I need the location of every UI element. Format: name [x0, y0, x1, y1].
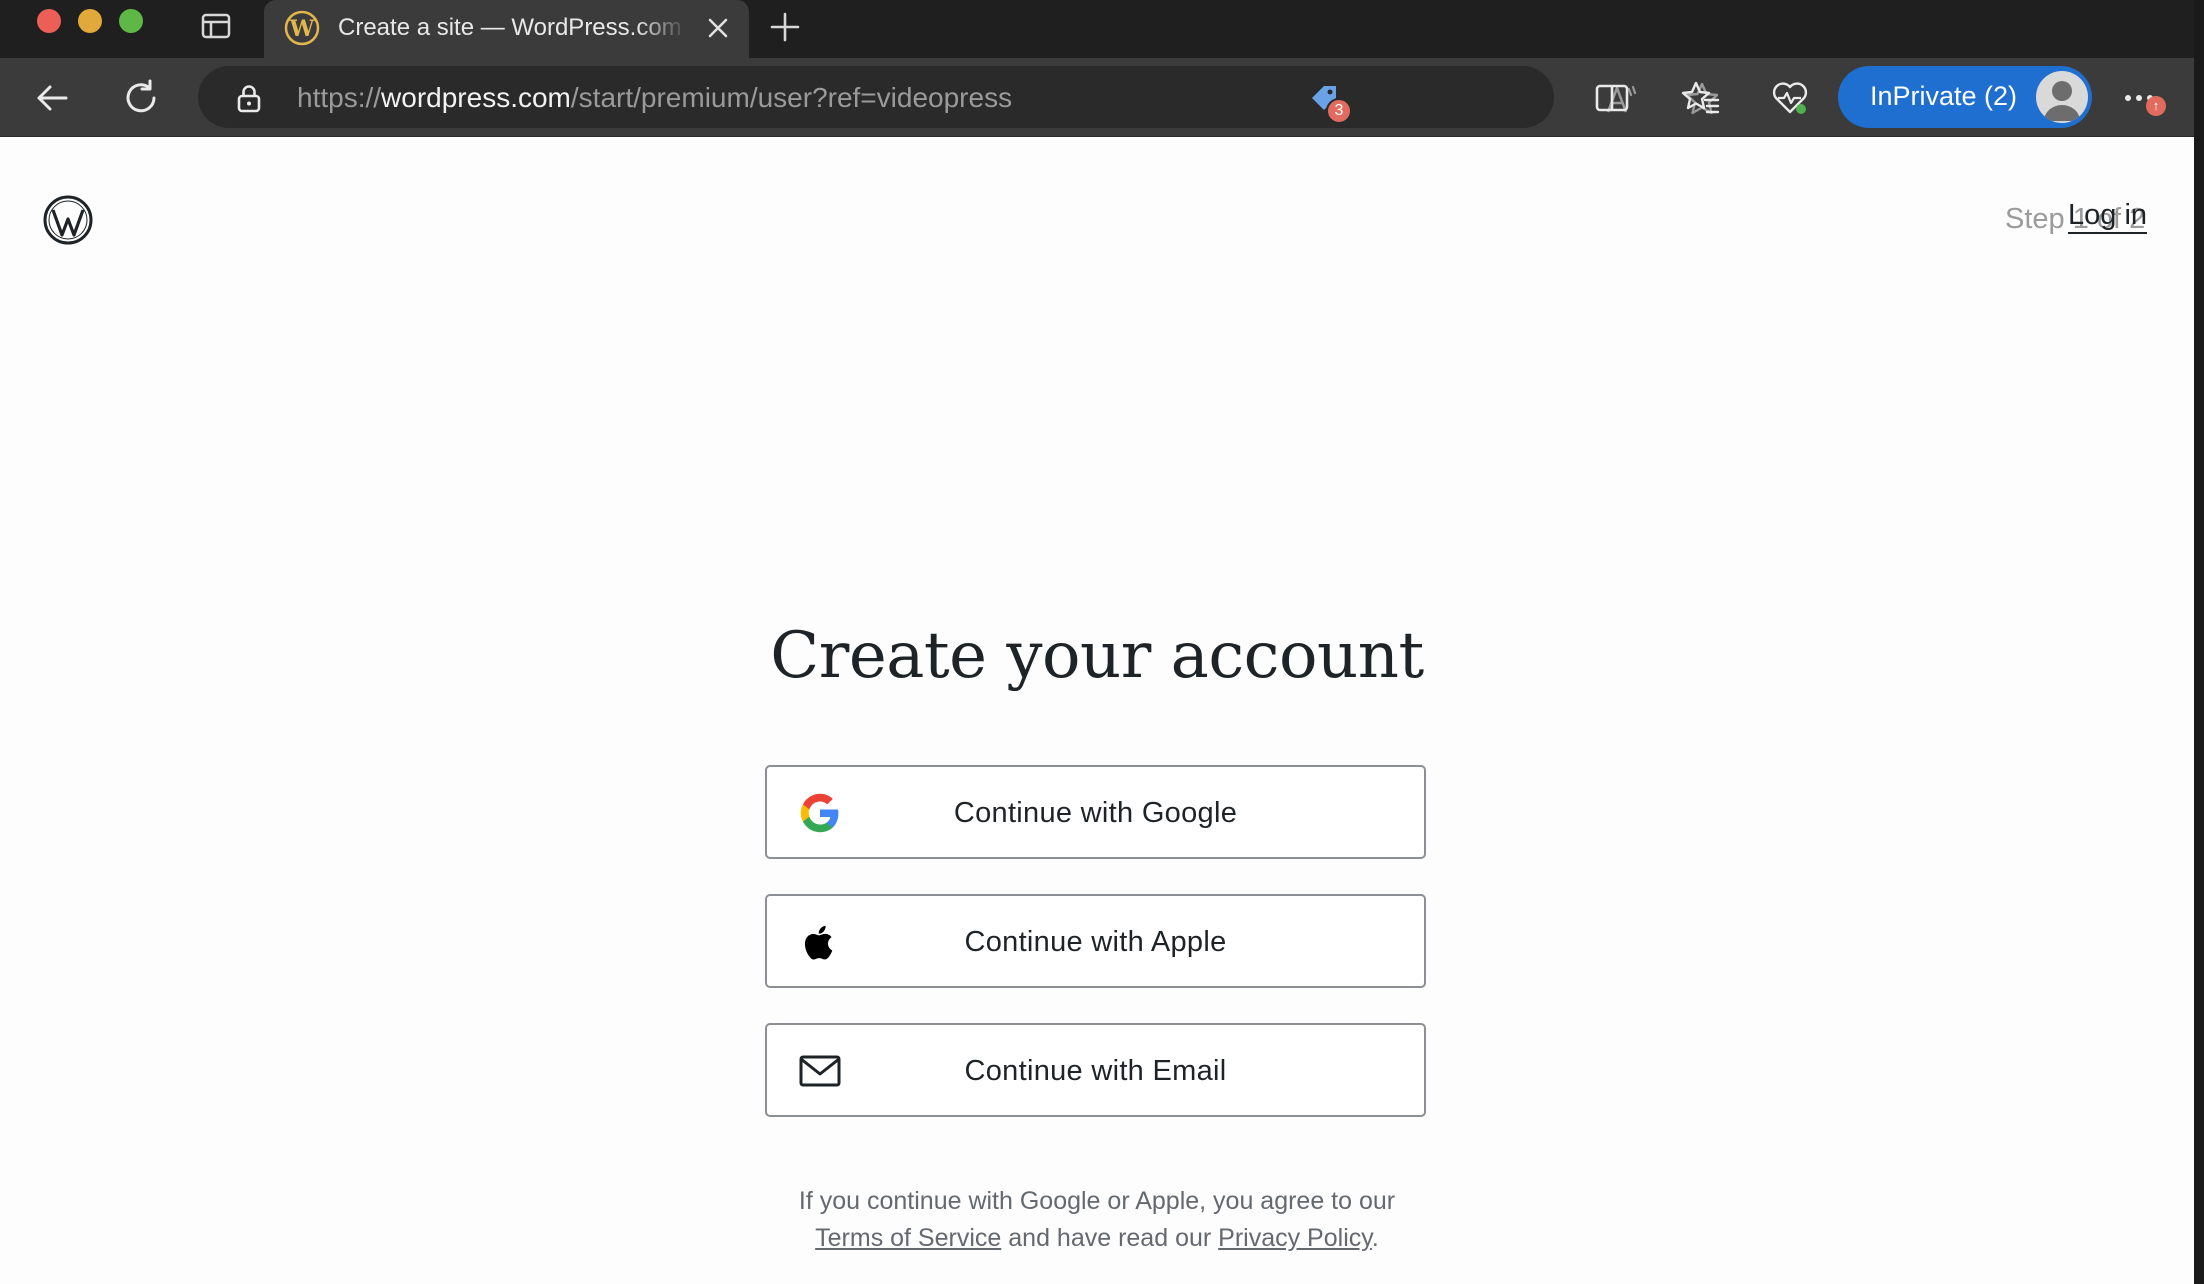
url-scheme: https://	[297, 82, 382, 113]
terms-disclaimer: If you continue with Google or Apple, yo…	[0, 1183, 2194, 1257]
reload-icon[interactable]	[121, 78, 161, 118]
window-maximize-button[interactable]	[119, 9, 143, 33]
window-edge	[2194, 0, 2204, 1284]
split-screen-icon[interactable]	[1592, 78, 1632, 118]
tab-close-icon[interactable]	[704, 14, 732, 42]
url-text[interactable]: https://wordpress.com/start/premium/user…	[297, 82, 1012, 114]
disclaimer-middle-text: and have read our	[1008, 1224, 1212, 1252]
tab-title: Create a site — WordPress.com	[338, 14, 682, 41]
extension-count-badge: 3	[1326, 98, 1352, 124]
wordpress-favicon-icon: W	[284, 10, 320, 46]
update-badge: ↑	[2146, 96, 2166, 116]
disclaimer-end-text: .	[1371, 1224, 1379, 1252]
avatar	[2036, 71, 2088, 123]
login-link[interactable]: Log in	[2068, 199, 2147, 232]
browser-tab-bar: W Create a site — WordPress.com	[0, 0, 2204, 58]
signup-page: Step 1 of 2 Log in Create your account C…	[0, 137, 2194, 1284]
continue-with-email-button[interactable]: Continue with Email	[765, 1023, 1426, 1117]
inprivate-label: InPrivate (2)	[1870, 81, 2018, 111]
lock-icon[interactable]	[234, 83, 264, 113]
address-bar[interactable]: https://wordpress.com/start/premium/user…	[198, 66, 1719, 128]
continue-with-google-button[interactable]: Continue with Google	[765, 765, 1426, 859]
apple-button-label: Continue with Apple	[964, 926, 1227, 958]
tab-active[interactable]: W Create a site — WordPress.com	[264, 0, 749, 58]
privacy-policy-link[interactable]: Privacy Policy	[1218, 1224, 1372, 1252]
url-host: wordpress.com	[381, 82, 571, 113]
favorites-collection-icon[interactable]	[1681, 78, 1721, 118]
browser-essentials-icon[interactable]	[1770, 78, 1810, 118]
terms-of-service-link[interactable]: Terms of Service	[815, 1224, 1001, 1252]
disclaimer-line-1: If you continue with Google or Apple, yo…	[798, 1187, 1396, 1215]
google-button-label: Continue with Google	[953, 797, 1238, 829]
tab-actions-icon[interactable]	[200, 12, 232, 40]
page-title: Create your account	[770, 619, 1424, 693]
window-minimize-button[interactable]	[78, 9, 102, 33]
new-tab-plus-icon[interactable]	[768, 10, 802, 44]
back-arrow-icon[interactable]	[32, 78, 72, 118]
svg-text:W: W	[289, 16, 315, 42]
browser-toolbar: https://wordpress.com/start/premium/user…	[0, 58, 2204, 137]
window-close-button[interactable]	[37, 9, 61, 33]
continue-with-apple-button[interactable]: Continue with Apple	[765, 894, 1426, 988]
email-button-label: Continue with Email	[964, 1055, 1227, 1087]
disclaimer-line-2: Terms of Service and have read our Priva…	[0, 1220, 2194, 1257]
url-path: /start/premium/user?ref=videopress	[570, 82, 1013, 113]
inprivate-profile-button[interactable]: InPrivate (2)	[1838, 66, 2092, 128]
wordpress-logo-icon[interactable]	[43, 195, 93, 245]
